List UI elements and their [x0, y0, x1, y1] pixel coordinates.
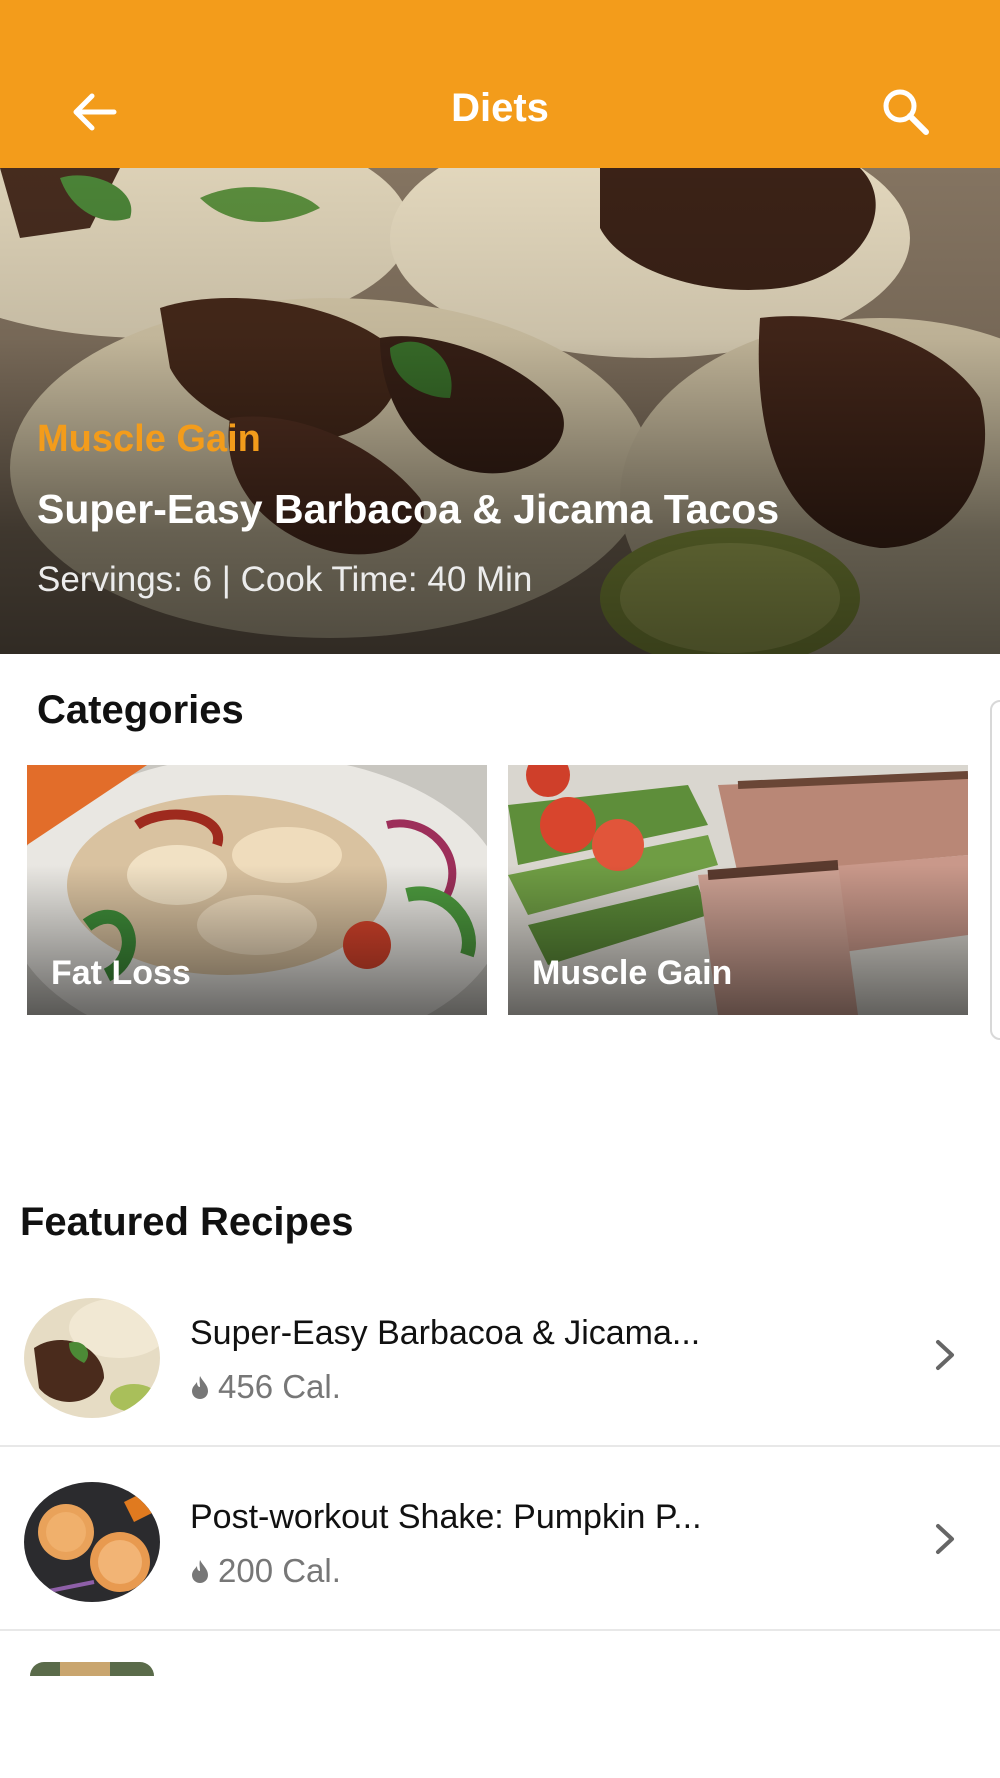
search-icon	[883, 89, 929, 135]
recipe-thumbnail	[24, 1298, 160, 1418]
flame-icon	[192, 1376, 208, 1399]
app-header: Diets	[0, 0, 1000, 168]
category-card-fat-loss[interactable]: Fat Loss	[27, 765, 487, 1015]
flame-icon	[192, 1560, 208, 1583]
categories-heading: Categories	[37, 688, 244, 732]
category-label: Fat Loss	[51, 954, 191, 992]
recipe-name: Post-workout Shake: Pumpkin P...	[190, 1498, 702, 1536]
calorie-value: 200 Cal.	[218, 1552, 341, 1589]
calorie-value: 456 Cal.	[218, 1368, 341, 1405]
recipe-thumbnail	[24, 1482, 160, 1602]
hero-recipe-meta: Servings: 6 | Cook Time: 40 Min	[37, 560, 533, 599]
featured-hero-card[interactable]: Muscle Gain Super-Easy Barbacoa & Jicama…	[0, 168, 1000, 654]
page-title: Diets	[451, 86, 549, 130]
hero-recipe-title: Super-Easy Barbacoa & Jicama Tacos	[37, 486, 780, 532]
category-label: Muscle Gain	[532, 954, 733, 992]
carousel-scroll-indicator	[990, 700, 1000, 1040]
recipe-thumbnail-partial	[30, 1662, 154, 1676]
search-button[interactable]	[876, 82, 936, 142]
recipe-calories: 456 Cal.	[190, 1368, 341, 1406]
category-card-muscle-gain[interactable]: Muscle Gain	[508, 765, 968, 1015]
chevron-right-icon	[936, 1524, 954, 1554]
chevron-right-icon	[936, 1340, 954, 1370]
recipe-list-item[interactable]: Super-Easy Barbacoa & Jicama... 456 Cal.	[0, 1264, 1000, 1447]
recipe-calories: 200 Cal.	[190, 1552, 341, 1590]
hero-category: Muscle Gain	[37, 418, 261, 460]
featured-recipes-heading: Featured Recipes	[20, 1200, 354, 1244]
recipe-name: Super-Easy Barbacoa & Jicama...	[190, 1314, 701, 1352]
recipe-list-item[interactable]: Post-workout Shake: Pumpkin P... 200 Cal…	[0, 1448, 1000, 1631]
